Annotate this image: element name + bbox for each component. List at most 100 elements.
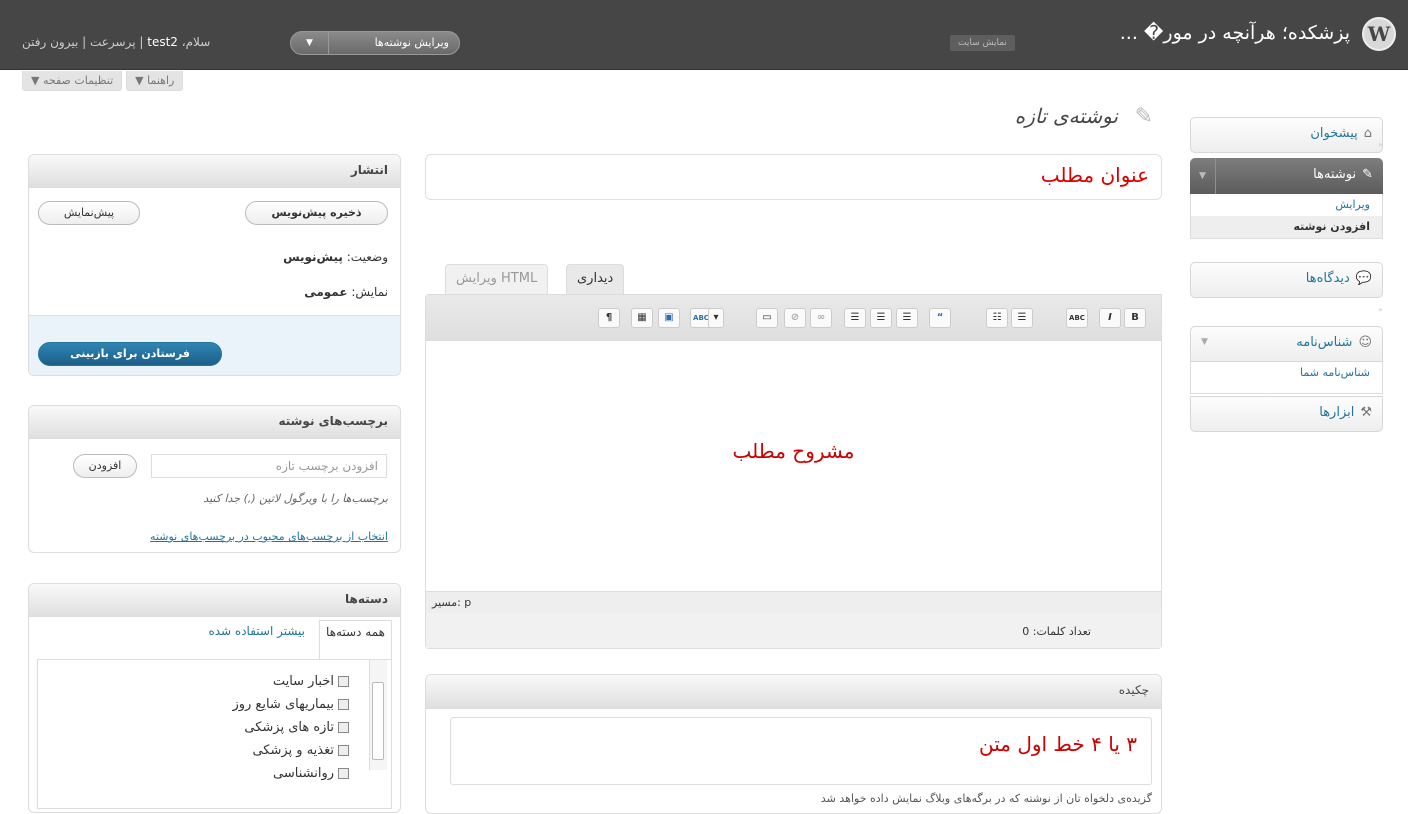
- fullscreen-button[interactable]: ▣: [658, 308, 680, 328]
- category-label: تغذیه و پزشکی: [252, 743, 334, 758]
- tab-most-used[interactable]: بیشتر استفاده شده: [208, 624, 305, 638]
- home-icon: ⌂: [1363, 126, 1372, 141]
- categories-title[interactable]: دسته‌ها: [29, 584, 400, 617]
- tab-all-categories[interactable]: همه دسته‌ها: [319, 620, 392, 660]
- category-item[interactable]: تغذیه و پزشکی: [38, 743, 355, 766]
- editor-content-area[interactable]: مشروح مطلب: [426, 341, 1161, 591]
- spellcheck-dropdown-icon[interactable]: ▾: [708, 308, 724, 328]
- tab-visual[interactable]: دیداری: [566, 264, 625, 294]
- blockquote-button[interactable]: “: [929, 308, 951, 328]
- add-tag-button[interactable]: افزودن: [73, 454, 137, 478]
- submenu-your-profile[interactable]: شناس‌نامه شما: [1191, 362, 1382, 384]
- status-value: پیش‌نویس: [283, 250, 343, 264]
- submenu-add-new[interactable]: افزودن نوشته: [1191, 216, 1382, 238]
- status-label: وضعیت:: [346, 250, 388, 264]
- greeting: سلام،: [181, 35, 211, 49]
- menu-item-dashboard[interactable]: ⌂ پیشخوان: [1190, 117, 1383, 153]
- category-checklist: اخبار سایت بیماریهای شایع روز تازه های پ…: [37, 659, 392, 809]
- category-label: بیماریهای شایع روز: [232, 697, 334, 712]
- save-draft-button[interactable]: ذخیره پیش‌نویس: [245, 201, 388, 225]
- strikethrough-button[interactable]: ABC: [1066, 308, 1088, 328]
- site-title[interactable]: پزشکده؛ هرآنچه در مور� ...: [1120, 22, 1350, 44]
- category-scrollbar[interactable]: [369, 660, 387, 770]
- menu-item-comments[interactable]: 💬 دیدگاه‌ها: [1190, 262, 1383, 298]
- visibility-value: عمومی: [304, 285, 348, 299]
- chevron-down-icon[interactable]: ▼: [1201, 337, 1208, 347]
- editor-toolbar: B I ABC ☰ ☷ “ ☰ ☰ ☰ ∞ ⊘ ▭ ABC ▾ ▣ ▦ ¶: [426, 295, 1161, 341]
- screen-options-tab[interactable]: ▼ تنظیمات صفحه: [22, 71, 123, 91]
- menu-item-posts[interactable]: ✎ نوشته‌ها ▼: [1190, 158, 1383, 194]
- checkbox[interactable]: [338, 768, 349, 779]
- users-icon: ☺: [1358, 335, 1372, 350]
- category-label: روانشناسی: [273, 766, 334, 781]
- checkbox[interactable]: [338, 699, 349, 710]
- checkbox[interactable]: [338, 745, 349, 756]
- post-editor: B I ABC ☰ ☷ “ ☰ ☰ ☰ ∞ ⊘ ▭ ABC ▾ ▣ ▦ ¶ مش…: [425, 294, 1162, 649]
- link-button[interactable]: ∞: [810, 308, 832, 328]
- publish-panel: انتشار ذخیره پیش‌نویس پیش‌نمایش وضعیت: پ…: [28, 154, 401, 376]
- pin-icon: ✎: [1134, 104, 1153, 129]
- excerpt-textarea[interactable]: ۳ یا ۴ خط اول متن: [450, 717, 1152, 785]
- publish-title[interactable]: انتشار: [29, 155, 400, 188]
- align-right-button[interactable]: ☰: [844, 308, 866, 328]
- unlink-button[interactable]: ⊘: [784, 308, 806, 328]
- logout-link[interactable]: بیرون رفتن: [22, 35, 78, 49]
- username-link[interactable]: test2: [147, 35, 178, 49]
- menu-item-profile[interactable]: ☺ شناس‌نامه ▼: [1190, 326, 1383, 362]
- menu-separator: »: [1378, 140, 1383, 149]
- kitchen-sink-button[interactable]: ▦: [631, 308, 653, 328]
- category-item[interactable]: اخبار سایت: [38, 674, 355, 697]
- screen-meta-tabs: ▼ تنظیمات صفحه ▼ راهنما: [22, 71, 187, 93]
- align-left-button[interactable]: ☰: [896, 308, 918, 328]
- page-title: نوشته‌ی تازه: [1014, 104, 1118, 128]
- submit-for-review-button[interactable]: فرستادن برای بازبینی: [38, 342, 222, 366]
- excerpt-note: گزیده‌ی دلخواه تان از نوشته که در برگه‌ه…: [820, 792, 1152, 805]
- category-item[interactable]: تازه های پزشکی: [38, 720, 355, 743]
- menu-separator: »: [1378, 305, 1383, 314]
- unordered-list-button[interactable]: ☰: [1011, 308, 1033, 328]
- checkbox[interactable]: [338, 676, 349, 687]
- menu-label: دیدگاه‌ها: [1305, 271, 1350, 286]
- post-visibility: نمایش: عمومی: [304, 285, 388, 299]
- bold-button[interactable]: B: [1124, 308, 1146, 328]
- tab-html[interactable]: ویرایش HTML: [445, 264, 549, 294]
- category-item[interactable]: روانشناسی: [38, 766, 355, 789]
- post-title-input[interactable]: عنوان مطلب: [425, 154, 1162, 200]
- tags-title[interactable]: برچسب‌های نوشته: [29, 406, 400, 439]
- scrollbar-thumb[interactable]: [372, 682, 384, 760]
- chevron-down-icon[interactable]: ▼: [291, 32, 329, 54]
- help-link[interactable]: پرسرعت: [90, 35, 136, 49]
- tags-panel: برچسب‌های نوشته افزودن برچسب تازه افزودن…: [28, 405, 401, 553]
- new-tag-input[interactable]: افزودن برچسب تازه: [151, 454, 387, 478]
- preview-button[interactable]: پیش‌نمایش: [38, 201, 140, 225]
- chevron-down-icon[interactable]: ▼: [1190, 158, 1216, 194]
- posts-submenu: ویرایش افزودن نوشته: [1190, 194, 1383, 239]
- tools-icon: ⚒: [1360, 405, 1372, 420]
- align-center-button[interactable]: ☰: [870, 308, 892, 328]
- categories-panel: دسته‌ها همه دسته‌ها بیشتر استفاده شده اخ…: [28, 583, 401, 813]
- menu-item-tools[interactable]: ⚒ ابزارها: [1190, 396, 1383, 432]
- excerpt-title[interactable]: چکیده: [426, 675, 1161, 709]
- rtl-direction-button[interactable]: ¶: [598, 308, 620, 328]
- italic-button[interactable]: I: [1099, 308, 1121, 328]
- view-site-button[interactable]: نمایش سایت: [950, 35, 1015, 51]
- wordpress-logo-icon[interactable]: W: [1362, 17, 1396, 51]
- favorite-actions-dropdown[interactable]: ویرایش نوشته‌ها ▼: [290, 31, 460, 55]
- ordered-list-button[interactable]: ☷: [986, 308, 1008, 328]
- user-links: سلام، test2 | پرسرعت | بیرون رفتن: [22, 35, 211, 49]
- editor-path: مسیر: p: [426, 591, 1161, 613]
- checkbox[interactable]: [338, 722, 349, 733]
- category-label: اخبار سایت: [272, 674, 334, 689]
- category-item[interactable]: بیماریهای شایع روز: [38, 697, 355, 720]
- favorite-label[interactable]: ویرایش نوشته‌ها: [375, 36, 449, 49]
- comment-icon: 💬: [1355, 271, 1372, 286]
- more-tag-button[interactable]: ▭: [756, 308, 778, 328]
- excerpt-panel: چکیده ۳ یا ۴ خط اول متن گزیده‌ی دلخواه ت…: [425, 674, 1162, 814]
- menu-label: شناس‌نامه: [1296, 335, 1353, 350]
- help-tab[interactable]: ▼ راهنما: [126, 71, 184, 91]
- word-count: تعداد کلمات: 0: [426, 613, 1161, 648]
- choose-popular-tags-link[interactable]: انتخاب از برچسب‌های محبوب در برچسب‌های ن…: [150, 530, 388, 543]
- tags-hint: برچسب‌ها را با ویرگول لاتین (,) جدا کنید: [203, 492, 388, 505]
- post-status: وضعیت: پیش‌نویس: [283, 250, 388, 264]
- submenu-edit[interactable]: ویرایش: [1191, 194, 1382, 216]
